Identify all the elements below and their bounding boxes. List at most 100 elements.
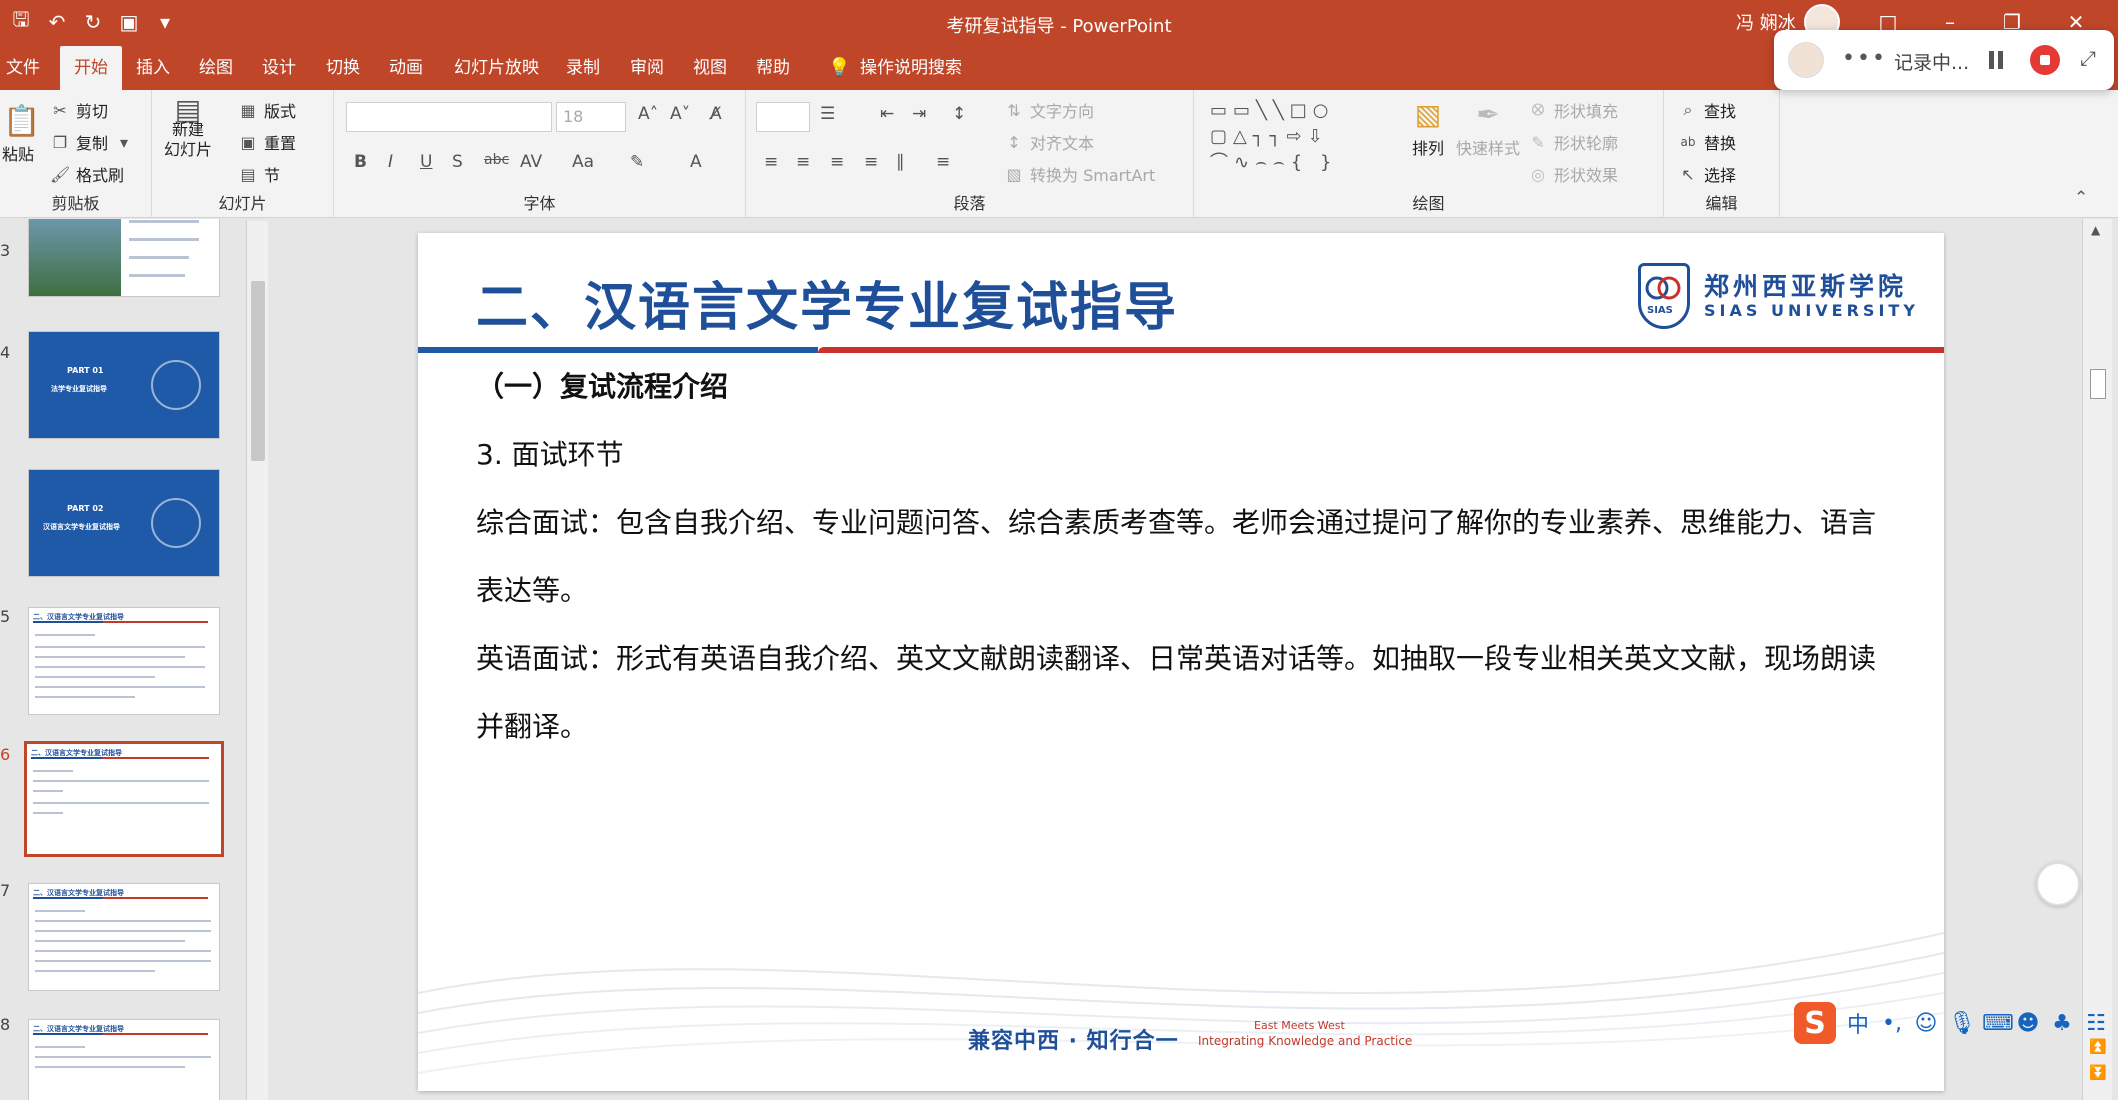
shape-effects-button[interactable]: ◎ 形状效果	[1528, 162, 1618, 186]
collapse-ribbon-icon[interactable]: ⌃	[2074, 188, 2088, 208]
align-right-icon[interactable]: ≡	[830, 152, 844, 172]
bold-icon[interactable]: B	[354, 152, 367, 172]
pause-icon[interactable]	[1982, 46, 2010, 74]
char-spacing-icon[interactable]: AV	[520, 152, 542, 172]
user-icon[interactable]: ☻	[2016, 1011, 2040, 1036]
numbering-icon[interactable]: ☰	[820, 104, 835, 124]
slide-scrollbar[interactable]: ▲ ⏫ ⏬	[2082, 219, 2112, 1100]
emoji-icon[interactable]: ☺	[1914, 1011, 1938, 1036]
slide-canvas[interactable]: 二、汉语言文学专业复试指导 SIAS 郑州西亚斯学院 SIAS UNIVERSI…	[418, 233, 1944, 1091]
replace-button[interactable]: ab 替换	[1678, 130, 1737, 154]
font-family-select[interactable]	[346, 102, 552, 132]
logo-icon	[151, 498, 201, 548]
paragraph-line[interactable]: 表达等。	[476, 557, 1906, 625]
reset-button[interactable]: ▣ 重置	[238, 130, 296, 154]
arrange-button[interactable]: ▧ 排列	[1412, 98, 1444, 159]
slide-thumbnail[interactable]: PART 02 汉语言文学专业复试指导	[28, 469, 220, 577]
grow-font-icon[interactable]: A˄	[638, 104, 658, 124]
cut-button[interactable]: ✂ 剪切	[50, 98, 108, 122]
skin-icon[interactable]: ♣	[2050, 1011, 2074, 1036]
tab-help[interactable]: 帮助	[750, 46, 796, 90]
paste-button[interactable]: 📋 粘贴	[2, 104, 40, 165]
slide-thumbnail-selected[interactable]: 二、汉语言文学专业复试指导	[24, 741, 224, 857]
layout-button[interactable]: ▦ 版式	[238, 98, 296, 122]
slide-thumbnail[interactable]: 二、汉语言文学专业复试指导	[28, 1019, 220, 1100]
font-color-icon[interactable]: A	[690, 152, 702, 172]
align-dropdown-icon[interactable]: ≡	[936, 152, 950, 172]
slide-thumbnail[interactable]	[28, 219, 220, 297]
scroll-up-icon[interactable]: ▲	[2091, 223, 2100, 237]
next-slide-icon[interactable]: ⏬	[2089, 1065, 2106, 1081]
select-button[interactable]: ↖ 选择	[1678, 162, 1736, 186]
shrink-font-icon[interactable]: A˅	[670, 104, 690, 124]
chevron-down-icon: ▾	[120, 132, 129, 152]
tab-file[interactable]: 文件	[0, 46, 46, 90]
section-button[interactable]: ▤ 节	[238, 162, 280, 186]
change-case-icon[interactable]: Aa	[572, 152, 594, 172]
thumbnail-scrollbar[interactable]	[246, 221, 268, 1100]
sogou-ime-icon[interactable]: S	[1794, 1002, 1836, 1044]
tab-home[interactable]: 开始	[60, 46, 122, 90]
justify-icon[interactable]: ≡	[864, 152, 878, 172]
tab-design[interactable]: 设计	[256, 46, 302, 90]
slide-title[interactable]: 二、汉语言文学专业复试指导	[476, 265, 1178, 340]
text-direction-button[interactable]: ⇅ 文字方向	[1004, 98, 1094, 122]
strikethrough-icon[interactable]: abc	[484, 152, 509, 168]
line-spacing-icon[interactable]: ↕	[952, 104, 966, 124]
tab-draw[interactable]: 绘图	[193, 46, 239, 90]
tab-view[interactable]: 视图	[687, 46, 733, 90]
underline-icon[interactable]: U	[420, 152, 432, 172]
font-size-select[interactable]: 18	[556, 102, 626, 132]
tab-review[interactable]: 审阅	[624, 46, 670, 90]
editing-label: 编辑	[1705, 194, 1738, 213]
shadow-icon[interactable]: S	[452, 152, 463, 172]
slide-thumbnail[interactable]: 二、汉语言文学专业复试指导	[28, 883, 220, 991]
slide-number: 7	[0, 881, 11, 900]
list-item[interactable]: 3. 面试环节	[476, 421, 1906, 489]
tab-slideshow[interactable]: 幻灯片放映	[448, 46, 545, 90]
scrollbar-thumb[interactable]	[2090, 369, 2106, 399]
clear-format-icon[interactable]: A̸	[710, 104, 722, 124]
toolbox-icon[interactable]: ☷	[2084, 1011, 2108, 1036]
floating-assistant-avatar[interactable]	[2036, 862, 2080, 906]
tab-insert[interactable]: 插入	[130, 46, 176, 90]
keyboard-icon[interactable]: ⌨	[1982, 1011, 2014, 1036]
align-center-icon[interactable]: ≡	[796, 152, 810, 172]
shapes-gallery[interactable]: ▭▭╲╲□○ ▢△┐┐⇨⇩ ⌒∿⌢⌢{ }	[1210, 98, 1400, 176]
punctuation-icon[interactable]: •,	[1880, 1011, 1904, 1036]
section-heading[interactable]: （一）复试流程介绍	[476, 353, 1906, 421]
smartart-button[interactable]: ▧ 转换为 SmartArt	[1004, 162, 1155, 186]
stop-record-icon[interactable]	[2030, 45, 2060, 75]
tab-animations[interactable]: 动画	[383, 46, 429, 90]
highlight-icon[interactable]: ✎	[630, 152, 644, 172]
slide-thumbnail[interactable]: 二、汉语言文学专业复试指导	[28, 607, 220, 715]
find-button[interactable]: ⌕ 查找	[1678, 98, 1737, 122]
expand-icon[interactable]: ⤢	[2080, 46, 2096, 70]
new-slide-button[interactable]: ▤ 新建 幻灯片	[164, 96, 212, 160]
italic-icon[interactable]: I	[388, 152, 393, 172]
font-group: 18 A˄ A˅ A̸ B I U S abc AV Aa ✎ A 字体	[334, 90, 746, 218]
bullets-dropdown[interactable]	[756, 102, 810, 132]
decrease-indent-icon[interactable]: ⇤	[880, 104, 894, 124]
paragraph-line[interactable]: 并翻译。	[476, 693, 1906, 761]
align-left-icon[interactable]: ≡	[764, 152, 778, 172]
slide-thumbnail[interactable]: PART 01 法学专业复试指导	[28, 331, 220, 439]
tab-record[interactable]: 录制	[560, 46, 606, 90]
paragraph-line[interactable]: 英语面试：形式有英语自我介绍、英文文献朗读翻译、日常英语对话等。如抽取一段专业相…	[476, 625, 1906, 693]
columns-icon[interactable]: ∥	[896, 152, 905, 172]
more-options-icon[interactable]: •••	[1842, 46, 1887, 71]
shape-fill-button[interactable]: ⭙ 形状填充	[1528, 98, 1618, 122]
scrollbar-thumb[interactable]	[251, 281, 265, 461]
quick-styles-button[interactable]: ✒ 快速样式	[1456, 98, 1520, 159]
tab-transitions[interactable]: 切换	[320, 46, 366, 90]
increase-indent-icon[interactable]: ⇥	[912, 104, 926, 124]
shape-outline-button[interactable]: ✎ 形状轮廓	[1528, 130, 1618, 154]
format-painter-button[interactable]: 🖌 格式刷	[50, 162, 124, 186]
paragraph-line[interactable]: 综合面试：包含自我介绍、专业问题问答、综合素质考查等。老师会通过提问了解你的专业…	[476, 489, 1906, 557]
reset-icon: ▣	[240, 132, 256, 152]
ime-language[interactable]: 中	[1846, 1007, 1870, 1039]
microphone-icon[interactable]: 🎙	[1948, 1011, 1976, 1036]
tell-me-search[interactable]: 操作说明搜索	[854, 46, 968, 90]
align-text-button[interactable]: ↕ 对齐文本	[1004, 130, 1094, 154]
copy-button[interactable]: ❐ 复制 ▾	[50, 130, 134, 154]
